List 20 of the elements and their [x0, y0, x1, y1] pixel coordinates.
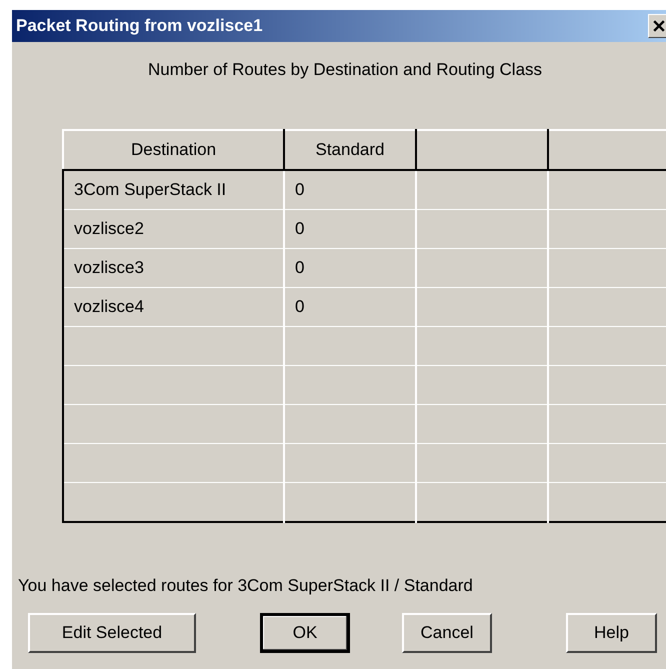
dialog-button[interactable]: Cancel	[402, 613, 492, 653]
status-text: You have selected routes for 3Com SuperStack II / Standard	[18, 576, 473, 595]
column-header[interactable]: Standard	[284, 130, 416, 170]
window-title: Packet Routing from vozlisce1	[15, 16, 263, 36]
dialog-button[interactable]: Help	[566, 613, 657, 653]
table-cell: 3Com SuperStack II	[63, 170, 284, 210]
column-header[interactable]: Destination	[63, 130, 284, 170]
table-cell: 0	[284, 248, 416, 288]
table-cell: 0	[284, 210, 416, 248]
column-header[interactable]	[548, 130, 666, 170]
dialog-button[interactable]: OK	[260, 613, 350, 653]
table-caption: Number of Routes by Destination and Routing Class	[148, 60, 542, 79]
table-cell: vozlisce3	[63, 248, 284, 288]
table-cell: 0	[284, 288, 416, 326]
table-cell: vozlisce4	[63, 288, 284, 326]
close-icon	[653, 20, 665, 32]
dialog-button[interactable]: Edit Selected	[28, 613, 196, 653]
column-header[interactable]	[416, 130, 548, 170]
table-cell: vozlisce2	[63, 210, 284, 248]
table-cell: 0	[284, 170, 416, 210]
